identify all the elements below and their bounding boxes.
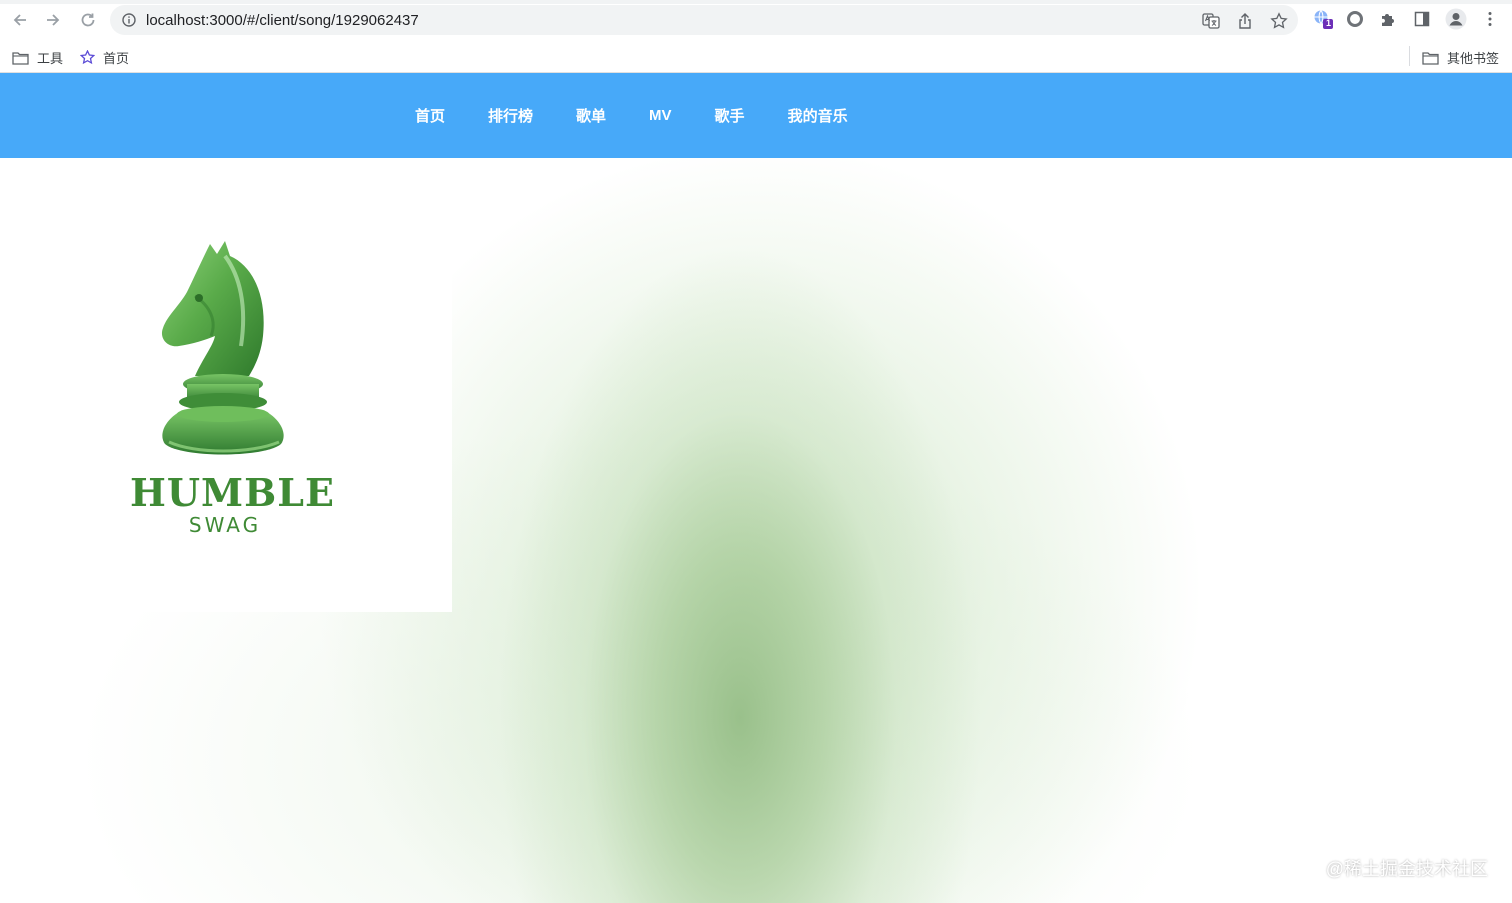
profile-button[interactable] [1445,8,1467,30]
kebab-menu-icon [1488,12,1492,26]
share-icon[interactable] [1237,12,1253,35]
bookmarks-divider [1409,46,1410,66]
brand-text: HUMBLE SWAG [130,470,335,538]
watermark: @稀土掘金技术社区 [1325,859,1488,879]
nav-item-charts[interactable]: 排行榜 [488,105,533,126]
star-icon [80,50,95,65]
nav-item-playlists[interactable]: 歌单 [576,105,606,126]
address-bar[interactable]: localhost:3000/#/client/song/1929062437 [110,5,1298,35]
info-icon[interactable] [122,13,136,32]
nav-item-singers[interactable]: 歌手 [715,105,745,126]
brand-subtitle: SWAG [188,513,262,537]
avatar-icon [1445,8,1467,30]
browser-menu-button[interactable] [1479,8,1501,30]
main-nav: 首页 排行榜 歌单 MV 歌手 我的音乐 [415,73,891,158]
side-panel-button[interactable] [1411,8,1433,30]
forward-button[interactable] [41,8,65,32]
reload-icon [81,13,95,27]
bookmark-tools[interactable]: 工具 [12,48,63,67]
extension-globe-button[interactable]: 1 [1312,8,1334,30]
nav-item-mv[interactable]: MV [649,107,672,124]
chess-knight-logo [161,241,284,455]
extension-circle-button[interactable] [1344,8,1366,30]
folder-icon [12,51,29,65]
nav-item-my-music[interactable]: 我的音乐 [788,105,848,126]
bookmark-label: 首页 [103,51,130,66]
side-panel-icon [1414,11,1430,27]
bookmark-label: 其他书签 [1447,51,1500,66]
bookmark-star-icon[interactable] [1270,12,1288,35]
back-button[interactable] [8,8,32,32]
tab-strip-edge [0,0,1512,4]
puzzle-icon [1382,14,1394,26]
brand-title: HUMBLE [130,470,335,515]
nav-item-home[interactable]: 首页 [415,105,445,126]
arrow-right-icon [47,14,60,26]
folder-icon [1422,51,1439,65]
browser-toolbar: localhost:3000/#/client/song/1929062437 … [0,0,1512,40]
reload-button[interactable] [76,8,100,32]
extensions-button[interactable] [1377,8,1399,30]
album-cover: HUMBLE SWAG [0,158,452,612]
translate-icon[interactable] [1202,12,1220,35]
song-detail-page: HUMBLE SWAG @稀土掘金技术社区 [0,158,1512,903]
arrow-left-icon [13,14,26,26]
bookmark-home[interactable]: 首页 [80,48,129,67]
bookmarks-bar: 工具 首页 其他书签 [0,40,1512,73]
site-header: 首页 排行榜 歌单 MV 歌手 我的音乐 [0,73,1512,158]
url-text[interactable]: localhost:3000/#/client/song/1929062437 [146,12,419,29]
extension-badge: 1 [1326,18,1332,28]
bookmark-label: 工具 [37,51,64,66]
bookmark-other[interactable]: 其他书签 [1422,48,1499,67]
circle-icon [1347,11,1363,27]
